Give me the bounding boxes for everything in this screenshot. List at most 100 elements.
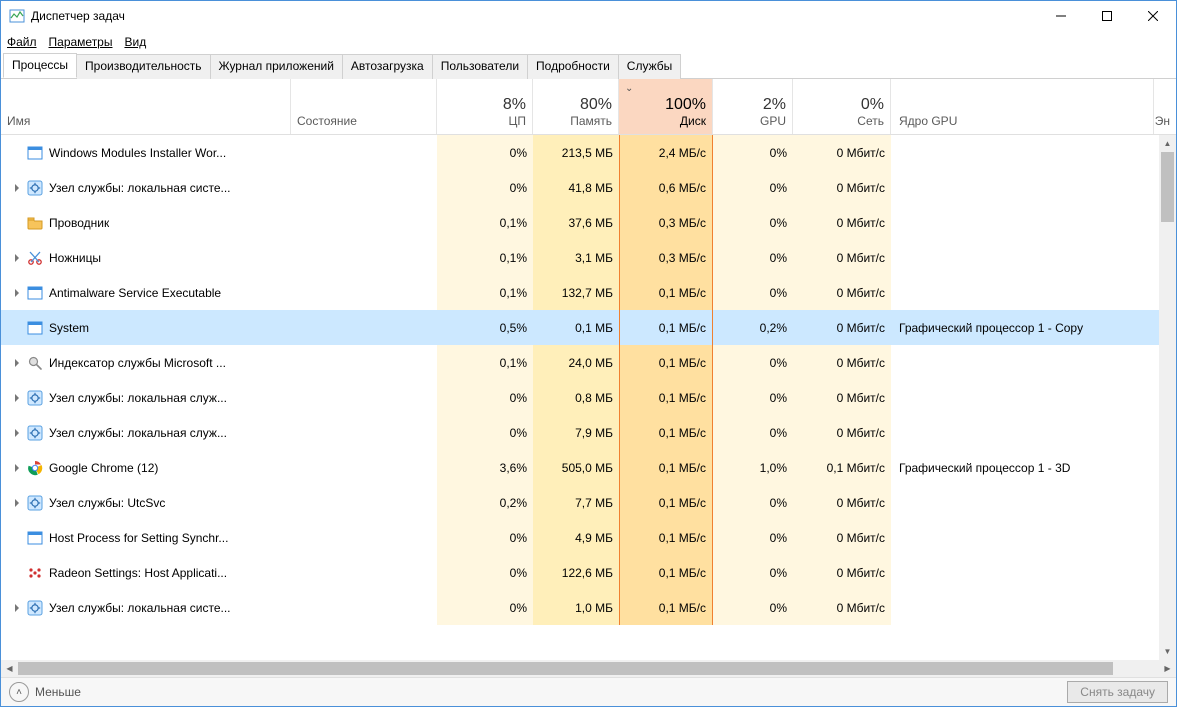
col-disk-label: Диск	[680, 114, 706, 128]
col-gpu[interactable]: 2% GPU	[713, 79, 793, 134]
col-state[interactable]: Состояние	[291, 79, 437, 134]
window-title: Диспетчер задач	[31, 9, 1038, 23]
vertical-scrollbar[interactable]: ▲ ▼	[1159, 135, 1176, 660]
expand-icon[interactable]	[9, 429, 25, 437]
horizontal-scrollbar[interactable]: ◀ ▶	[1, 660, 1176, 677]
gpu-engine-cell	[891, 485, 1159, 520]
process-name-cell[interactable]: Host Process for Setting Synchr...	[1, 520, 291, 555]
expand-icon[interactable]	[9, 394, 25, 402]
process-name-label: Узел службы: локальная систе...	[49, 601, 231, 615]
process-name-cell[interactable]: Radeon Settings: Host Applicati...	[1, 555, 291, 590]
table-row[interactable]: Antimalware Service Executable0,1%132,7 …	[1, 275, 1159, 310]
table-row[interactable]: Host Process for Setting Synchr...0%4,9 …	[1, 520, 1159, 555]
fewer-details-label: Меньше	[35, 685, 81, 699]
gpu-engine-cell	[891, 170, 1159, 205]
gpu-engine-cell: Графический процессор 1 - Copy	[891, 310, 1159, 345]
fewer-details-button[interactable]: ˄ Меньше	[9, 682, 81, 702]
hscroll-thumb[interactable]	[18, 662, 1113, 675]
scroll-track[interactable]	[1159, 152, 1176, 643]
table-row[interactable]: Google Chrome (12)3,6%505,0 МБ0,1 МБ/с1,…	[1, 450, 1159, 485]
table-row[interactable]: Windows Modules Installer Wor...0%213,5 …	[1, 135, 1159, 170]
memory-cell: 505,0 МБ	[533, 450, 619, 485]
col-disk[interactable]: ⌄ 100% Диск	[619, 79, 713, 134]
network-cell: 0 Мбит/с	[793, 555, 891, 590]
process-name-cell[interactable]: Узел службы: локальная систе...	[1, 590, 291, 625]
table-row[interactable]: System0,5%0,1 МБ0,1 МБ/с0,2%0 Мбит/сГраф…	[1, 310, 1159, 345]
memory-cell: 7,9 МБ	[533, 415, 619, 450]
tab-processes[interactable]: Процессы	[3, 53, 77, 78]
expand-icon[interactable]	[9, 604, 25, 612]
tab-app-history[interactable]: Журнал приложений	[210, 54, 343, 79]
table-row[interactable]: Radeon Settings: Host Applicati...0%122,…	[1, 555, 1159, 590]
col-network[interactable]: 0% Сеть	[793, 79, 891, 134]
network-cell: 0 Мбит/с	[793, 205, 891, 240]
table-header: Имя Состояние 8% ЦП 80% Память ⌄ 100% Ди…	[1, 79, 1176, 135]
process-name-cell[interactable]: Проводник	[1, 205, 291, 240]
expand-icon[interactable]	[9, 289, 25, 297]
tab-services[interactable]: Службы	[618, 54, 681, 79]
col-cpu[interactable]: 8% ЦП	[437, 79, 533, 134]
scroll-down-icon[interactable]: ▼	[1159, 643, 1176, 660]
process-name-cell[interactable]: Узел службы: локальная служ...	[1, 380, 291, 415]
expand-icon[interactable]	[9, 464, 25, 472]
gpu-cell: 0%	[713, 485, 793, 520]
col-gpu-engine[interactable]: Ядро GPU	[891, 79, 1154, 134]
minimize-button[interactable]	[1038, 1, 1084, 31]
gpu-engine-cell	[891, 240, 1159, 275]
process-name-cell[interactable]: Узел службы: локальная служ...	[1, 415, 291, 450]
end-task-button[interactable]: Снять задачу	[1067, 681, 1168, 703]
scroll-thumb[interactable]	[1161, 152, 1174, 222]
snip-icon	[27, 250, 43, 266]
menu-file[interactable]: Файл	[7, 35, 37, 49]
process-name-cell[interactable]: Windows Modules Installer Wor...	[1, 135, 291, 170]
tab-performance[interactable]: Производительность	[76, 54, 210, 79]
process-name-cell[interactable]: Индексатор службы Microsoft ...	[1, 345, 291, 380]
tab-users[interactable]: Пользователи	[432, 54, 528, 79]
expand-icon[interactable]	[9, 499, 25, 507]
process-name-label: Индексатор службы Microsoft ...	[49, 356, 226, 370]
expand-icon[interactable]	[9, 359, 25, 367]
close-button[interactable]	[1130, 1, 1176, 31]
scroll-left-icon[interactable]: ◀	[1, 660, 18, 677]
gpu-cell: 0,2%	[713, 310, 793, 345]
scroll-right-icon[interactable]: ▶	[1159, 660, 1176, 677]
table-row[interactable]: Узел службы: локальная служ...0%7,9 МБ0,…	[1, 415, 1159, 450]
expand-icon[interactable]	[9, 184, 25, 192]
process-name-cell[interactable]: Ножницы	[1, 240, 291, 275]
state-cell	[291, 415, 437, 450]
disk-cell: 0,1 МБ/с	[619, 520, 713, 555]
cpu-cell: 0%	[437, 135, 533, 170]
menu-view[interactable]: Вид	[124, 35, 146, 49]
process-name-label: Ножницы	[49, 251, 101, 265]
memory-cell: 7,7 МБ	[533, 485, 619, 520]
process-name-cell[interactable]: Узел службы: локальная систе...	[1, 170, 291, 205]
process-name-cell[interactable]: Узел службы: UtcSvc	[1, 485, 291, 520]
table-row[interactable]: Проводник0,1%37,6 МБ0,3 МБ/с0%0 Мбит/с	[1, 205, 1159, 240]
col-name[interactable]: Имя	[1, 79, 291, 134]
network-cell: 0 Мбит/с	[793, 310, 891, 345]
expand-icon[interactable]	[9, 254, 25, 262]
memory-cell: 132,7 МБ	[533, 275, 619, 310]
gpu-cell: 0%	[713, 415, 793, 450]
network-cell: 0 Мбит/с	[793, 275, 891, 310]
table-row[interactable]: Узел службы: локальная систе...0%41,8 МБ…	[1, 170, 1159, 205]
menu-options[interactable]: Параметры	[49, 35, 113, 49]
process-name-cell[interactable]: System	[1, 310, 291, 345]
gear-icon	[27, 425, 43, 441]
maximize-button[interactable]	[1084, 1, 1130, 31]
process-name-cell[interactable]: Google Chrome (12)	[1, 450, 291, 485]
process-name-label: Host Process for Setting Synchr...	[49, 531, 228, 545]
table-row[interactable]: Узел службы: локальная систе...0%1,0 МБ0…	[1, 590, 1159, 625]
scroll-up-icon[interactable]: ▲	[1159, 135, 1176, 152]
tab-details[interactable]: Подробности	[527, 54, 619, 79]
col-memory[interactable]: 80% Память	[533, 79, 619, 134]
tab-startup[interactable]: Автозагрузка	[342, 54, 433, 79]
table-row[interactable]: Узел службы: UtcSvc0,2%7,7 МБ0,1 МБ/с0%0…	[1, 485, 1159, 520]
hscroll-track[interactable]	[18, 660, 1159, 677]
table-row[interactable]: Узел службы: локальная служ...0%0,8 МБ0,…	[1, 380, 1159, 415]
col-energy-truncated[interactable]: Эн	[1154, 79, 1176, 134]
process-name-cell[interactable]: Antimalware Service Executable	[1, 275, 291, 310]
gpu-cell: 0%	[713, 520, 793, 555]
table-row[interactable]: Индексатор службы Microsoft ...0,1%24,0 …	[1, 345, 1159, 380]
table-row[interactable]: Ножницы0,1%3,1 МБ0,3 МБ/с0%0 Мбит/с	[1, 240, 1159, 275]
